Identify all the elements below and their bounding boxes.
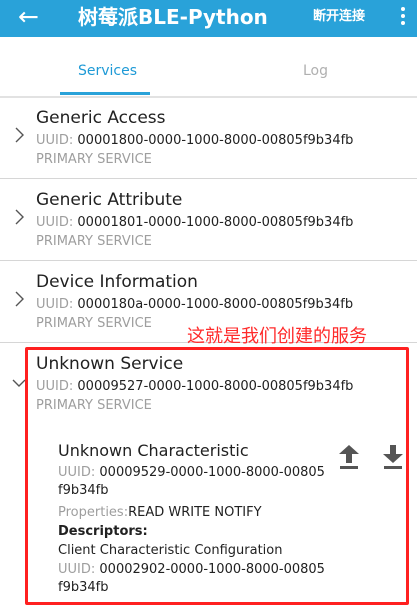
tab-indicator: [60, 92, 150, 95]
annotation-text: 这就是我们创建的服务: [187, 326, 367, 347]
divider: [0, 260, 417, 261]
uuid-value: 00001801-0000-1000-8000-00805f9b34fb: [77, 215, 354, 230]
chevron-down-icon: [12, 379, 26, 387]
service-item-generic-attribute[interactable]: Generic Attribute UUID: 00001801-0000-10…: [0, 181, 417, 261]
arrow-left-icon[interactable]: ←: [18, 2, 39, 32]
service-type: PRIMARY SERVICE: [36, 234, 152, 249]
tabs-divider: [0, 96, 417, 98]
highlight-box: [25, 347, 409, 605]
chevron-right-icon: [15, 127, 24, 143]
service-name: Generic Attribute: [36, 190, 183, 210]
divider: [0, 178, 417, 179]
more-vertical-icon[interactable]: [399, 5, 407, 29]
service-uuid: UUID: 00001801-0000-1000-8000-00805f9b34…: [36, 214, 353, 231]
service-name: Device Information: [36, 272, 198, 292]
tab-services[interactable]: Services: [78, 62, 137, 80]
chevron-right-icon: [15, 209, 24, 225]
service-item-generic-access[interactable]: Generic Access UUID: 00001800-0000-1000-…: [0, 99, 417, 179]
service-uuid: UUID: 00001800-0000-1000-8000-00805f9b34…: [36, 132, 353, 149]
uuid-label: UUID:: [36, 133, 74, 148]
service-type: PRIMARY SERVICE: [36, 316, 152, 331]
tab-log[interactable]: Log: [303, 62, 328, 80]
uuid-value: 0000180a-0000-1000-8000-00805f9b34fb: [77, 297, 354, 312]
chevron-right-icon: [15, 291, 24, 307]
app-title: 树莓派BLE-Python: [78, 5, 268, 29]
tab-bar: Services Log: [0, 37, 417, 96]
uuid-label: UUID:: [36, 215, 74, 230]
service-name: Generic Access: [36, 108, 166, 128]
service-uuid: UUID: 0000180a-0000-1000-8000-00805f9b34…: [36, 296, 353, 313]
uuid-label: UUID:: [36, 297, 74, 312]
app-bar: ← 树莓派BLE-Python 断开连接: [0, 0, 417, 37]
service-type: PRIMARY SERVICE: [36, 152, 152, 167]
disconnect-button[interactable]: 断开连接: [313, 8, 365, 26]
uuid-value: 00001800-0000-1000-8000-00805f9b34fb: [77, 133, 354, 148]
